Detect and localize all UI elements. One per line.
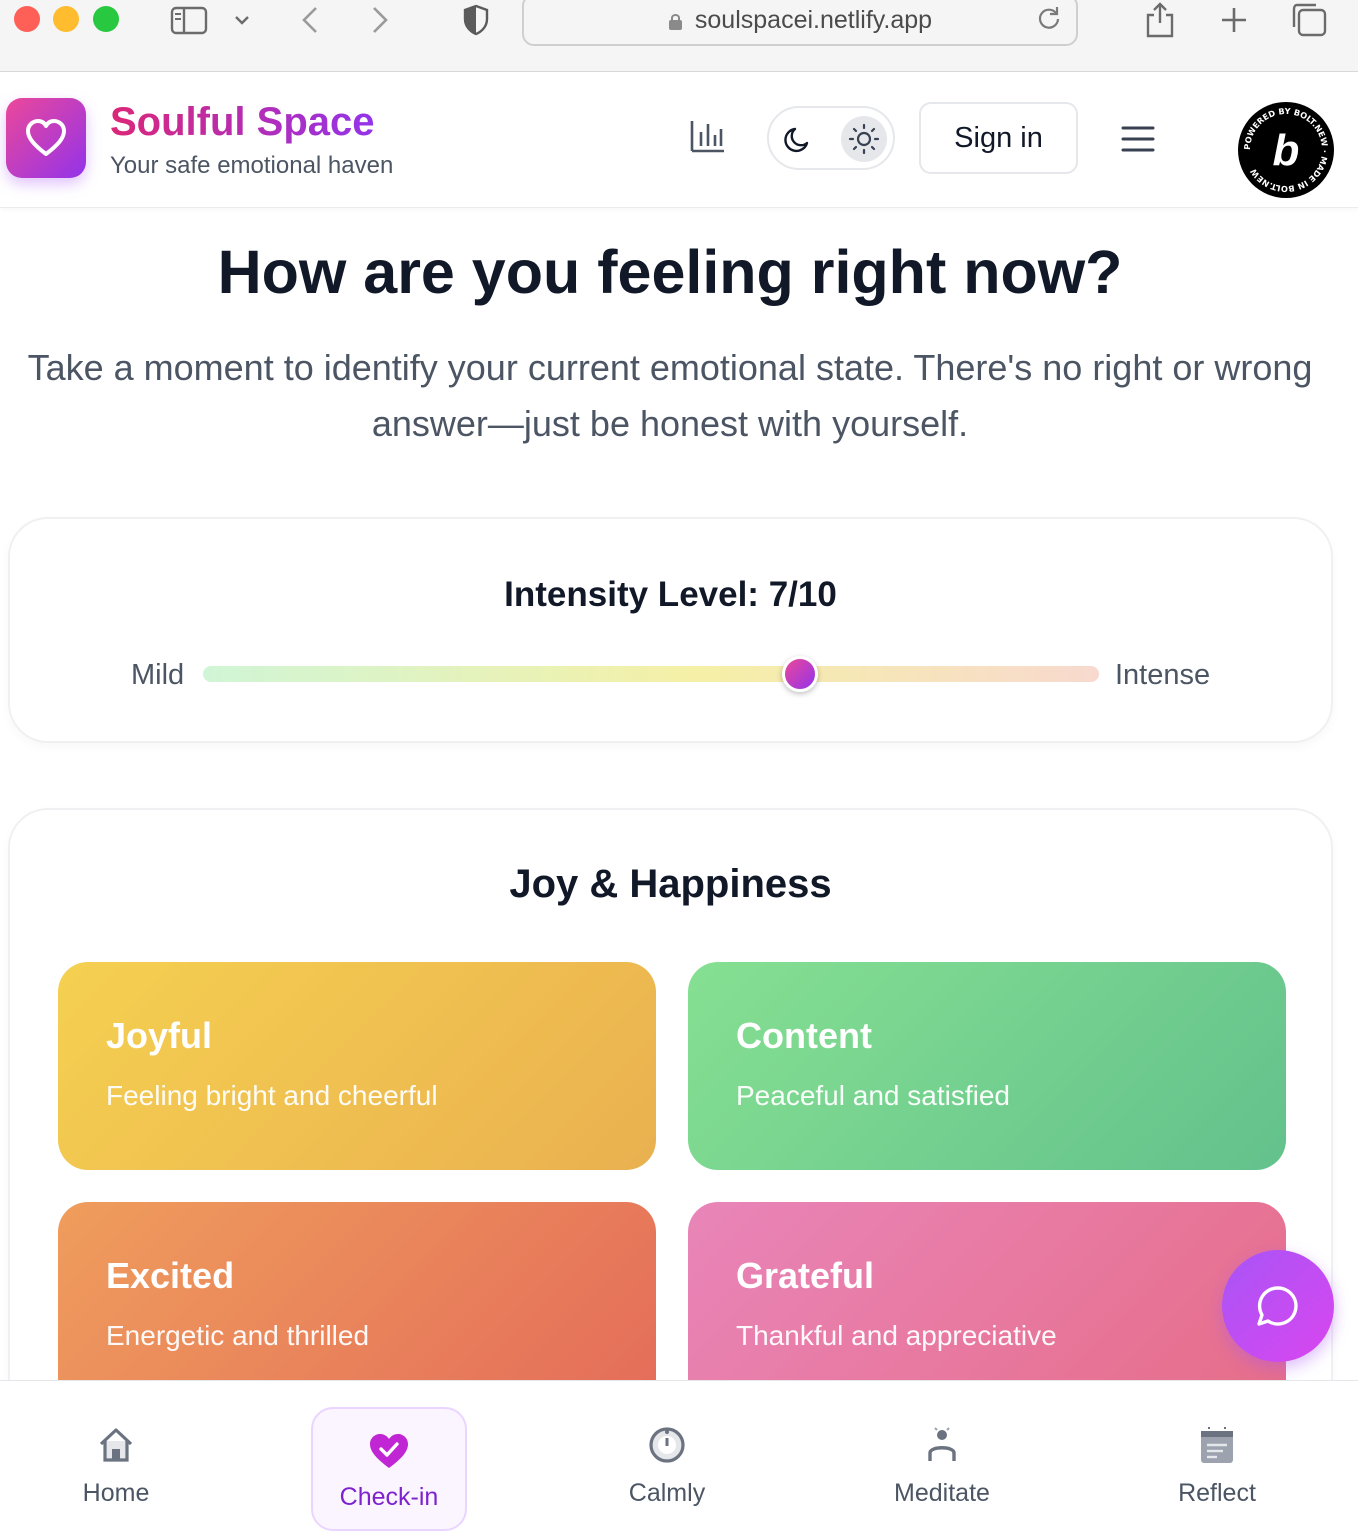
emotion-description: Peaceful and satisfied: [736, 1080, 1010, 1111]
intensity-slider-thumb[interactable]: [782, 656, 819, 692]
moon-icon: [784, 127, 809, 153]
shield-icon[interactable]: [458, 0, 494, 40]
window-maximize-button[interactable]: [93, 6, 119, 32]
page-intro: Take a moment to identify your current e…: [27, 347, 1313, 444]
emotion-card-grateful[interactable]: Grateful Thankful and appreciative: [688, 1202, 1286, 1410]
back-arrow-icon[interactable]: [296, 0, 324, 40]
intensity-title: Intensity Level: 7/10: [504, 575, 837, 614]
emotion-description: Energetic and thrilled: [106, 1320, 370, 1351]
nav-label: Reflect: [1178, 1479, 1256, 1507]
app-header: Soulful Space Your safe emotional haven …: [0, 72, 1358, 208]
emotion-card-joyful[interactable]: Joyful Feeling bright and cheerful: [58, 962, 656, 1170]
sign-in-button[interactable]: Sign in: [919, 102, 1078, 174]
lock-icon: [668, 14, 682, 30]
sidebar-toggle-icon[interactable]: [168, 0, 210, 40]
svg-text:b: b: [1273, 126, 1300, 175]
emotion-name: Content: [736, 1015, 872, 1056]
intensity-max-label: Intense: [1115, 659, 1211, 691]
nav-item-calmly[interactable]: Calmly: [587, 1407, 747, 1527]
bolt-badge[interactable]: POWERED BY BOLT.NEW · MADE IN BOLT.NEW b: [1238, 102, 1334, 198]
bottom-nav: Home Check-in Calmly Meditate Reflect: [0, 1380, 1358, 1531]
tab-overview-icon[interactable]: [1288, 0, 1330, 40]
emotion-card-content[interactable]: Content Peaceful and satisfied: [688, 962, 1286, 1170]
meditate-icon: [920, 1423, 964, 1467]
journal-icon: [1195, 1423, 1239, 1467]
nav-item-check-in[interactable]: Check-in: [311, 1407, 467, 1531]
emotion-card-excited[interactable]: Excited Energetic and thrilled: [58, 1202, 656, 1410]
chat-button[interactable]: [1222, 1250, 1334, 1362]
category-title: Joy & Happiness: [509, 862, 832, 906]
emotion-description: Feeling bright and cheerful: [106, 1080, 438, 1111]
nav-label: Calmly: [628, 1479, 706, 1507]
nav-item-home[interactable]: Home: [36, 1407, 196, 1527]
brand-name[interactable]: Soulful Space: [110, 99, 375, 145]
browser-toolbar: soulspacei.netlify.app: [0, 0, 1358, 72]
share-icon[interactable]: [1142, 0, 1178, 40]
theme-toggle[interactable]: [767, 106, 895, 170]
nav-label: Home: [82, 1479, 150, 1507]
bolt-logo-icon: POWERED BY BOLT.NEW · MADE IN BOLT.NEW b: [1242, 106, 1330, 194]
dark-mode-button[interactable]: [775, 116, 821, 162]
emotion-name: Excited: [106, 1255, 235, 1296]
hamburger-menu-icon: [1121, 126, 1155, 152]
brand-tagline: Your safe emotional haven: [110, 152, 394, 179]
forward-arrow-icon[interactable]: [366, 0, 394, 40]
chat-bubble-icon: [1257, 1286, 1298, 1326]
app-logo[interactable]: [6, 98, 86, 178]
url-text: soulspacei.netlify.app: [694, 5, 933, 34]
intensity-card: Intensity Level: 7/10 Mild Intense: [8, 517, 1333, 743]
intensity-slider[interactable]: [203, 656, 1099, 692]
reload-icon[interactable]: [1036, 4, 1062, 30]
emotion-name: Grateful: [736, 1255, 875, 1296]
stats-button[interactable]: [688, 118, 726, 159]
heart-check-icon: [367, 1429, 411, 1473]
window-minimize-button[interactable]: [53, 6, 79, 32]
nav-item-reflect[interactable]: Reflect: [1137, 1407, 1297, 1527]
heart-icon: [26, 119, 66, 156]
chevron-down-icon[interactable]: [230, 0, 254, 40]
nav-label: Check-in: [339, 1483, 439, 1511]
hamburger-menu-button[interactable]: [1120, 124, 1156, 159]
light-mode-button[interactable]: [841, 116, 887, 162]
sun-icon: [848, 123, 880, 155]
page-title: How are you feeling right now?: [217, 238, 1123, 306]
emotion-category-card: Joy & Happiness Joyful Feeling bright an…: [8, 808, 1333, 1428]
emotion-description: Thankful and appreciative: [736, 1320, 1057, 1351]
nav-label: Meditate: [894, 1479, 990, 1507]
address-bar[interactable]: soulspacei.netlify.app: [522, 0, 1078, 46]
window-close-button[interactable]: [14, 6, 40, 32]
bar-chart-icon: [690, 121, 724, 153]
intensity-min-label: Mild: [131, 659, 185, 691]
emotion-name: Joyful: [106, 1015, 213, 1056]
home-icon: [94, 1423, 138, 1467]
timer-icon: [645, 1423, 689, 1467]
new-tab-icon[interactable]: [1216, 0, 1252, 40]
nav-item-meditate[interactable]: Meditate: [862, 1407, 1022, 1527]
